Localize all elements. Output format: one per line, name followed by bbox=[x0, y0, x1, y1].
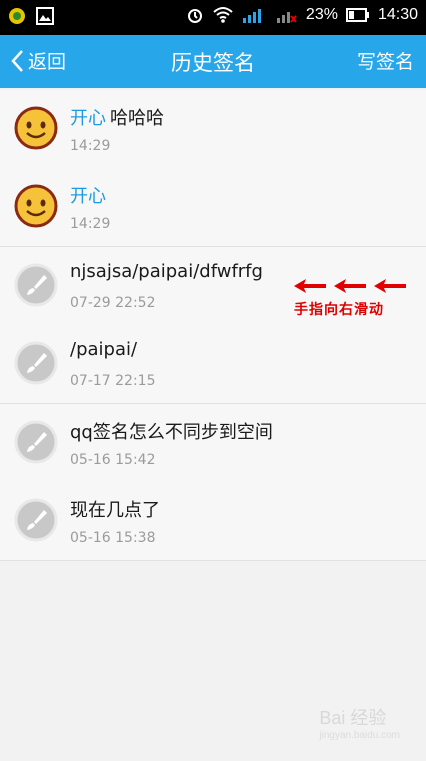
signature-content: 哈哈哈 bbox=[110, 108, 164, 129]
mood-label: 开心 bbox=[70, 108, 106, 129]
signature-content: /paipai/ bbox=[70, 339, 138, 360]
signature-time: 14:29 bbox=[70, 138, 111, 154]
image-notification-icon bbox=[36, 7, 54, 25]
signature-text: 开心 bbox=[70, 182, 110, 208]
smiley-face-icon bbox=[14, 184, 58, 228]
signature-text: 现在几点了 bbox=[70, 496, 160, 522]
arrow-left-icon bbox=[374, 279, 406, 293]
signature-row[interactable]: 开心 哈哈哈 14:29 bbox=[0, 90, 426, 169]
signature-time: 07-29 22:52 bbox=[70, 295, 156, 311]
signature-row[interactable]: qq签名怎么不同步到空间 05-16 15:42 bbox=[0, 404, 426, 483]
battery-icon bbox=[345, 8, 369, 22]
smiley-face-icon bbox=[14, 106, 58, 150]
chevron-left-icon bbox=[11, 49, 23, 72]
signature-text: /paipai/ bbox=[70, 339, 137, 360]
watermark: Bai 经验 jingyan.baidu.com bbox=[319, 704, 400, 741]
signature-text: qq签名怎么不同步到空间 bbox=[70, 418, 273, 444]
battery-percent: 23% bbox=[305, 6, 338, 23]
status-bar: 23% 14:30 bbox=[0, 0, 426, 35]
app-header: 返回 历史签名 写签名 bbox=[0, 35, 426, 88]
brush-icon bbox=[14, 498, 58, 542]
alarm-icon bbox=[187, 9, 202, 23]
signal-icon bbox=[242, 9, 261, 23]
signature-time: 14:29 bbox=[70, 216, 111, 232]
signature-row[interactable]: 现在几点了 05-16 15:38 bbox=[0, 482, 426, 561]
signature-time: 05-16 15:38 bbox=[70, 530, 156, 546]
signal-no-sim-icon bbox=[276, 12, 297, 23]
signature-text: 开心 哈哈哈 bbox=[70, 104, 164, 130]
brush-icon bbox=[14, 263, 58, 307]
swipe-hint-text: 手指向右滑动 bbox=[294, 302, 384, 318]
write-signature-button[interactable]: 写签名 bbox=[357, 47, 414, 74]
signature-time: 05-16 15:42 bbox=[70, 452, 156, 468]
wifi-icon bbox=[213, 7, 233, 23]
app-notification-icon bbox=[9, 8, 25, 24]
signature-row[interactable]: /paipai/07-17 22:15 bbox=[0, 325, 426, 404]
arrow-left-icon bbox=[334, 279, 366, 293]
signature-row[interactable]: 开心 14:29 bbox=[0, 168, 426, 247]
back-button[interactable]: 返回 bbox=[10, 47, 66, 74]
signature-content: 现在几点了 bbox=[70, 500, 160, 521]
signature-time: 07-17 22:15 bbox=[70, 373, 156, 389]
watermark-sub: jingyan.baidu.com bbox=[319, 730, 400, 741]
back-label: 返回 bbox=[28, 51, 67, 73]
mood-label: 开心 bbox=[70, 186, 106, 207]
watermark-text: Bai 经验 bbox=[319, 708, 387, 728]
swipe-hint-annotation: 手指向右滑动 bbox=[294, 279, 414, 323]
brush-icon bbox=[14, 341, 58, 385]
brush-icon bbox=[14, 420, 58, 464]
signature-text: njsajsa/paipai/dfwfrfg bbox=[70, 261, 263, 282]
arrow-left-icon bbox=[294, 279, 326, 293]
clock-time: 14:30 bbox=[377, 6, 418, 23]
signature-content: qq签名怎么不同步到空间 bbox=[70, 422, 273, 443]
signature-content: njsajsa/paipai/dfwfrfg bbox=[70, 261, 263, 282]
